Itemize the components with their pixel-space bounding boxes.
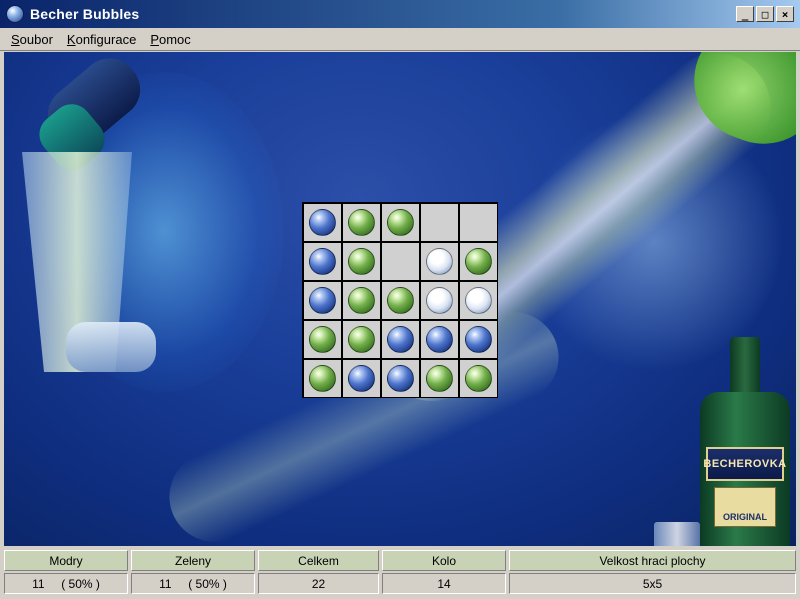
- becherovka-sublabel: ORIGINAL: [714, 487, 776, 527]
- menu-pomoc[interactable]: Pomoc: [143, 30, 197, 49]
- board-cell[interactable]: [460, 204, 497, 241]
- becherovka-label: BECHEROVKA: [703, 447, 786, 481]
- status-header-round: Kolo: [382, 550, 506, 571]
- becherovka-bottle: BECHEROVKA ORIGINAL: [700, 337, 790, 546]
- status-value-green: 11 ( 50% ): [131, 573, 255, 594]
- board-cell[interactable]: [343, 321, 380, 358]
- menu-bar: Soubor Konfigurace Pomoc: [0, 28, 800, 51]
- green-bubble: [387, 287, 414, 314]
- menu-pomoc-label: omoc: [158, 31, 191, 47]
- green-bubble: [387, 209, 414, 236]
- board-cell[interactable]: [421, 282, 458, 319]
- board-cell[interactable]: [304, 204, 341, 241]
- green-bubble: [465, 248, 492, 275]
- blue-bubble: [309, 287, 336, 314]
- board-cell[interactable]: [304, 243, 341, 280]
- green-bubble: [348, 248, 375, 275]
- board-cell[interactable]: [304, 360, 341, 397]
- board-cell[interactable]: [421, 204, 458, 241]
- board-cell[interactable]: [382, 204, 419, 241]
- blue-bubble: [309, 209, 336, 236]
- status-value-round: 14: [382, 573, 506, 594]
- blue-bubble: [426, 326, 453, 353]
- status-header-green: Zeleny: [131, 550, 255, 571]
- board-cell[interactable]: [421, 321, 458, 358]
- menu-konfigurace-label: onfigurace: [75, 31, 137, 47]
- minimize-button[interactable]: _: [736, 6, 754, 22]
- board-cell[interactable]: [343, 360, 380, 397]
- board-cell[interactable]: [421, 243, 458, 280]
- white-bubble: [465, 287, 492, 314]
- status-value-board-size: 5x5: [509, 573, 796, 594]
- board-cell[interactable]: [343, 282, 380, 319]
- becherovka-bottle-neck: [730, 337, 760, 397]
- shot-glass: [654, 522, 700, 546]
- menu-soubor[interactable]: Soubor: [4, 30, 60, 49]
- maximize-button[interactable]: □: [756, 6, 774, 22]
- board-cell[interactable]: [460, 243, 497, 280]
- green-bubble: [426, 365, 453, 392]
- board-cell[interactable]: [382, 321, 419, 358]
- status-bar: Modry Zeleny Celkem Kolo Velkost hraci p…: [0, 547, 800, 599]
- white-bubble: [426, 248, 453, 275]
- status-header-blue: Modry: [4, 550, 128, 571]
- drinking-glass-base: [66, 322, 156, 372]
- close-button[interactable]: ×: [776, 6, 794, 22]
- green-bubble: [465, 365, 492, 392]
- window-title: Becher Bubbles: [30, 6, 140, 22]
- menu-soubor-accel: S: [11, 31, 20, 47]
- green-bubble: [309, 326, 336, 353]
- blue-bubble: [387, 326, 414, 353]
- green-bubble: [348, 287, 375, 314]
- menu-pomoc-accel: P: [150, 31, 159, 47]
- board-cell[interactable]: [343, 243, 380, 280]
- board-cell[interactable]: [460, 282, 497, 319]
- game-board: [302, 202, 498, 398]
- board-cell[interactable]: [421, 360, 458, 397]
- status-value-blue: 11 ( 50% ): [4, 573, 128, 594]
- app-bubble-icon[interactable]: [6, 5, 24, 23]
- menu-soubor-label: oubor: [19, 31, 53, 47]
- title-bar[interactable]: Becher Bubbles _ □ ×: [0, 0, 800, 28]
- blue-bubble: [465, 326, 492, 353]
- board-cell[interactable]: [460, 321, 497, 358]
- status-header-board-size: Velkost hraci plochy: [509, 550, 796, 571]
- blue-bubble: [309, 248, 336, 275]
- window-controls: _ □ ×: [736, 6, 794, 22]
- menu-konfigurace[interactable]: Konfigurace: [60, 30, 143, 49]
- board-cell[interactable]: [382, 243, 419, 280]
- board-cell[interactable]: [304, 321, 341, 358]
- menu-konfigurace-accel: K: [66, 31, 76, 47]
- white-bubble: [426, 287, 453, 314]
- green-bubble: [348, 209, 375, 236]
- board-cell[interactable]: [382, 282, 419, 319]
- board-cell[interactable]: [460, 360, 497, 397]
- green-bubble: [348, 326, 375, 353]
- status-header-total: Celkem: [258, 550, 379, 571]
- blue-bubble: [348, 365, 375, 392]
- board-cell[interactable]: [343, 204, 380, 241]
- green-bubble: [309, 365, 336, 392]
- board-cell[interactable]: [382, 360, 419, 397]
- status-value-total: 22: [258, 573, 379, 594]
- board-cell[interactable]: [304, 282, 341, 319]
- blue-bubble: [387, 365, 414, 392]
